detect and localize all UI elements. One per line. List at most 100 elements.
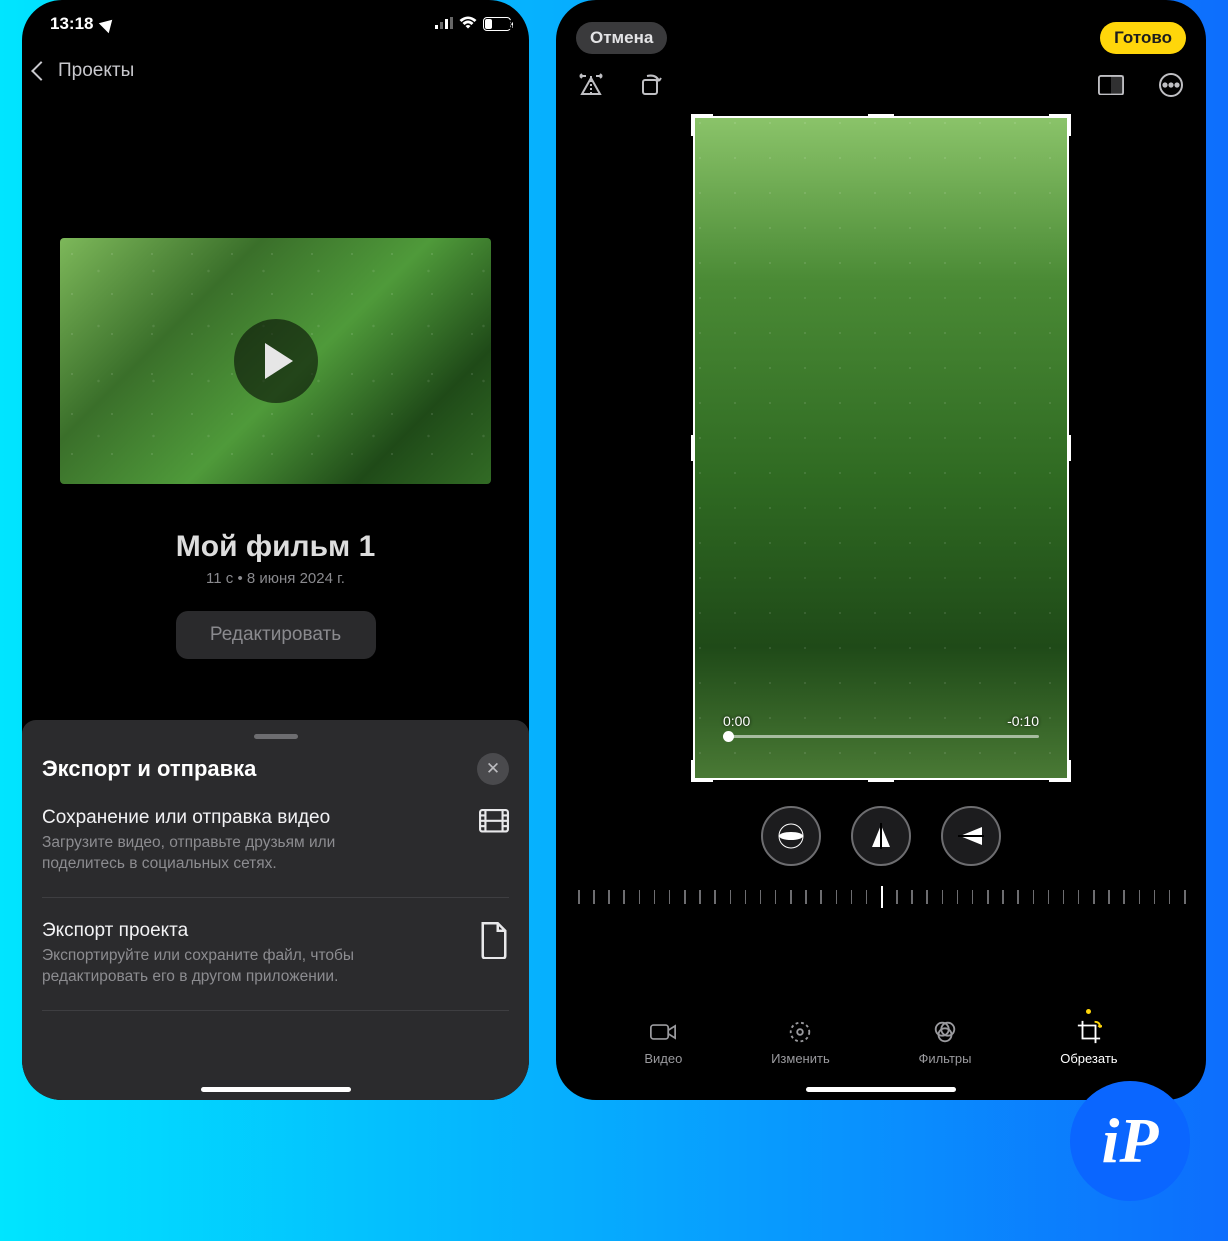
status-bar: 13:18 33 xyxy=(22,0,529,48)
nav-back-label: Проекты xyxy=(58,60,134,82)
ruler-tick xyxy=(623,890,625,904)
crop-handle-bottom[interactable] xyxy=(868,778,894,782)
home-indicator[interactable] xyxy=(201,1087,351,1092)
crop-handle-bl[interactable] xyxy=(691,760,695,782)
ruler-tick xyxy=(972,890,974,904)
video-scrubber[interactable]: 0:00 -0:10 xyxy=(723,713,1039,738)
ruler-tick xyxy=(836,890,838,904)
project-title: Мой фильм 1 xyxy=(22,530,529,564)
ruler-tick xyxy=(1154,890,1156,904)
watermark-badge: iP xyxy=(1070,1081,1190,1201)
crop-handle-tr[interactable] xyxy=(1067,114,1071,136)
tab-crop[interactable]: Обрезать xyxy=(1060,1019,1117,1066)
ruler-tick xyxy=(775,890,777,904)
cancel-button[interactable]: Отмена xyxy=(576,22,667,54)
vertical-perspective-button[interactable] xyxy=(851,806,911,866)
ruler-tick xyxy=(1184,890,1186,904)
crop-handle-left[interactable] xyxy=(691,435,695,461)
ruler-tick xyxy=(1093,890,1095,904)
edit-button[interactable]: Редактировать xyxy=(176,611,376,659)
ruler-tick xyxy=(911,890,913,904)
scrub-remaining: -0:10 xyxy=(1007,713,1039,729)
crop-mode-buttons xyxy=(556,806,1206,866)
ruler-tick xyxy=(790,890,792,904)
document-icon xyxy=(479,922,509,965)
export-sheet: Экспорт и отправка ✕ Сохранение или отпр… xyxy=(22,720,529,1100)
ruler-tick xyxy=(1048,890,1050,904)
flip-icon[interactable] xyxy=(578,72,604,98)
ruler-tick xyxy=(1139,890,1141,904)
play-icon xyxy=(265,343,293,379)
angle-ruler[interactable] xyxy=(578,884,1184,912)
ruler-tick xyxy=(942,890,944,904)
active-dot-icon xyxy=(1086,1009,1091,1014)
ruler-tick xyxy=(1017,890,1019,904)
aspect-icon[interactable] xyxy=(1098,72,1124,98)
ruler-tick xyxy=(1033,890,1035,904)
crop-handle-tl[interactable] xyxy=(691,114,695,136)
row-title: Сохранение или отправка видео xyxy=(42,807,422,829)
chevron-left-icon xyxy=(31,61,51,81)
imovie-project-screen: 13:18 33 Проекты Мой фильм 1 11 с • 8 ию… xyxy=(22,0,529,1100)
ruler-tick xyxy=(760,890,762,904)
wifi-icon xyxy=(459,16,477,33)
ruler-tick xyxy=(684,890,686,904)
done-button[interactable]: Готово xyxy=(1100,22,1186,54)
more-icon[interactable] xyxy=(1158,72,1184,98)
play-button[interactable] xyxy=(234,319,318,403)
horizontal-perspective-button[interactable] xyxy=(941,806,1001,866)
ruler-tick xyxy=(1063,890,1065,904)
ruler-tick xyxy=(957,890,959,904)
sheet-row-export-project[interactable]: Экспорт проекта Экспортируйте или сохран… xyxy=(42,898,509,1011)
crop-handle-top[interactable] xyxy=(868,114,894,118)
ruler-tick xyxy=(1078,890,1080,904)
ruler-tick xyxy=(1169,890,1171,904)
ruler-tick xyxy=(1002,890,1004,904)
ruler-tick xyxy=(608,890,610,904)
tab-video[interactable]: Видео xyxy=(644,1019,682,1066)
ruler-tick xyxy=(926,890,928,904)
row-desc: Загрузите видео, отправьте друзьям или п… xyxy=(42,833,422,875)
ruler-tick xyxy=(578,890,580,904)
project-subtitle: 11 с • 8 июня 2024 г. xyxy=(22,570,529,587)
close-icon: ✕ xyxy=(486,759,500,779)
location-icon xyxy=(99,15,117,33)
ruler-tick xyxy=(851,890,853,904)
tab-adjust[interactable]: Изменить xyxy=(771,1019,830,1066)
rotate-icon[interactable] xyxy=(638,72,664,98)
scrub-thumb[interactable] xyxy=(723,731,734,742)
ruler-tick xyxy=(745,890,747,904)
sheet-grabber[interactable] xyxy=(254,734,298,739)
crop-canvas[interactable]: 0:00 -0:10 xyxy=(693,116,1069,780)
editor-tabs: Видео Изменить Фильтры Обрезать xyxy=(556,1019,1206,1066)
ruler-tick xyxy=(714,890,716,904)
tab-label: Изменить xyxy=(771,1051,830,1066)
ruler-tick xyxy=(987,890,989,904)
film-icon xyxy=(479,809,509,838)
close-button[interactable]: ✕ xyxy=(477,753,509,785)
scrub-current: 0:00 xyxy=(723,713,750,729)
ruler-tick xyxy=(1123,890,1125,904)
straighten-button[interactable] xyxy=(761,806,821,866)
crop-frame xyxy=(693,116,1069,780)
row-desc: Экспортируйте или сохраните файл, чтобы … xyxy=(42,946,422,988)
sheet-row-save-share[interactable]: Сохранение или отправка видео Загрузите … xyxy=(42,785,509,898)
ruler-tick xyxy=(896,890,898,904)
ruler-tick xyxy=(866,890,868,904)
ruler-tick xyxy=(881,886,883,908)
project-thumbnail[interactable] xyxy=(60,238,491,484)
photos-crop-screen: Отмена Готово xyxy=(556,0,1206,1100)
nav-back[interactable]: Проекты xyxy=(22,48,529,98)
tab-filters[interactable]: Фильтры xyxy=(918,1019,971,1066)
status-time: 13:18 xyxy=(50,14,93,34)
battery-pct: 33 xyxy=(499,17,513,32)
ruler-tick xyxy=(654,890,656,904)
tab-label: Обрезать xyxy=(1060,1051,1117,1066)
ruler-tick xyxy=(730,890,732,904)
crop-handle-br[interactable] xyxy=(1067,760,1071,782)
tab-label: Видео xyxy=(644,1051,682,1066)
crop-handle-right[interactable] xyxy=(1067,435,1071,461)
ruler-tick xyxy=(1108,890,1110,904)
home-indicator[interactable] xyxy=(806,1087,956,1092)
tab-label: Фильтры xyxy=(918,1051,971,1066)
